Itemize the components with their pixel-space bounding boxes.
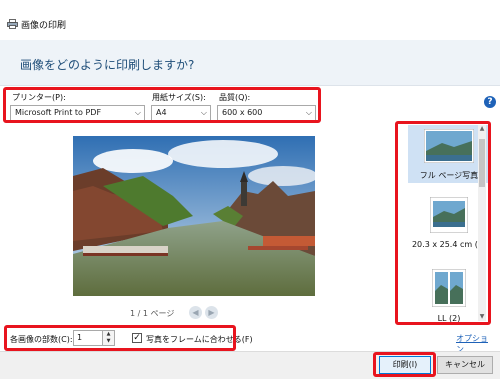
prev-page-icon[interactable]: ◀: [189, 306, 202, 319]
copies-highlight: [4, 325, 236, 351]
dialog-heading: 画像をどのように印刷しますか?: [20, 58, 195, 72]
title-bar: 画像の印刷: [0, 0, 500, 40]
next-page-icon[interactable]: ▶: [205, 306, 218, 319]
window-title: 画像の印刷: [21, 21, 67, 31]
layout-list-highlight: [395, 121, 491, 325]
cancel-button[interactable]: キャンセル: [437, 356, 493, 374]
printer-icon: [7, 19, 18, 29]
preview-image: [73, 136, 315, 296]
help-icon[interactable]: ?: [484, 96, 496, 108]
dialog-header: 画像をどのように印刷しますか?: [0, 40, 500, 86]
page-indicator: 1 / 1 ページ: [130, 309, 175, 318]
printer-settings-highlight: [3, 87, 321, 123]
print-button-highlight: [373, 352, 436, 377]
